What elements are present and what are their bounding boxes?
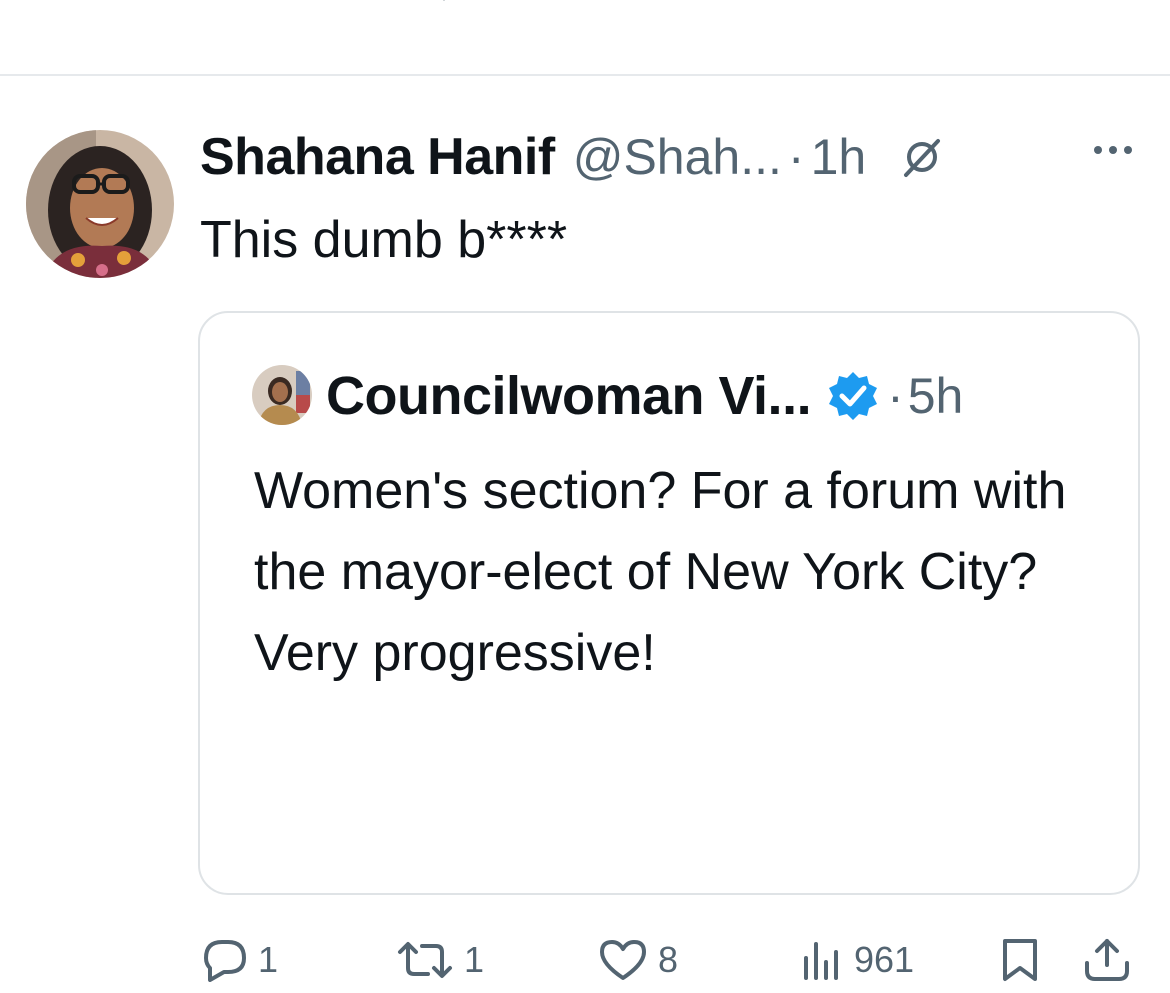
heart-icon <box>600 940 646 980</box>
tweet-header: Shahana Hanif @Shah... · 1h <box>200 122 944 192</box>
bookmark-icon <box>1003 939 1037 981</box>
reply-button[interactable]: 1 <box>202 930 278 990</box>
reply-icon[interactable] <box>206 0 246 10</box>
reply-count: 1 <box>258 939 279 980</box>
share-button[interactable] <box>1082 930 1132 990</box>
quoted-author-name[interactable]: Councilwoman Vi... <box>326 365 812 427</box>
timestamp[interactable]: 1h <box>811 128 867 186</box>
avatar[interactable] <box>26 130 174 278</box>
quoted-separator-dot: · <box>887 368 904 424</box>
like-count: 8 <box>658 939 679 980</box>
views-chart-icon[interactable] <box>804 0 844 10</box>
author-name[interactable]: Shahana Hanif <box>200 127 555 187</box>
more-dots-icon[interactable] <box>1094 146 1132 154</box>
bookmark-button[interactable] <box>1000 930 1040 990</box>
views-chart-icon <box>804 942 838 980</box>
share-icon <box>1085 939 1129 981</box>
quoted-header: Councilwoman Vi... · 5h <box>326 361 963 431</box>
like-button[interactable]: 8 <box>598 930 678 990</box>
quoted-tweet-text: Women's section? For a forum with the ma… <box>254 462 1067 682</box>
quoted-timestamp[interactable]: 5h <box>908 367 964 425</box>
verified-badge-icon <box>827 370 879 422</box>
share-icon[interactable] <box>1086 0 1136 10</box>
repost-button[interactable]: 1 <box>396 930 484 990</box>
reply-icon <box>204 940 246 982</box>
slashed-circle-icon[interactable] <box>900 135 944 179</box>
bookmark-icon[interactable] <box>1002 0 1042 10</box>
tweet-action-bar: 1 1 8 961 <box>0 930 1170 990</box>
quoted-tweet-card[interactable]: Councilwoman Vi... · 5h Women's section?… <box>198 311 1140 895</box>
repost-count: 1 <box>464 939 485 980</box>
repost-icon[interactable] <box>400 0 460 10</box>
tweet-divider <box>0 74 1170 76</box>
views-button[interactable]: 961 <box>800 930 914 990</box>
heart-icon[interactable] <box>606 0 646 10</box>
separator-dot: · <box>787 129 805 185</box>
quoted-avatar[interactable] <box>252 365 312 425</box>
repost-icon <box>398 942 452 978</box>
previous-tweet-action-bar <box>0 0 1170 74</box>
author-handle[interactable]: @Shah... <box>573 128 782 186</box>
tweet-text: This dumb b**** <box>200 211 568 269</box>
view-count: 961 <box>854 939 915 980</box>
